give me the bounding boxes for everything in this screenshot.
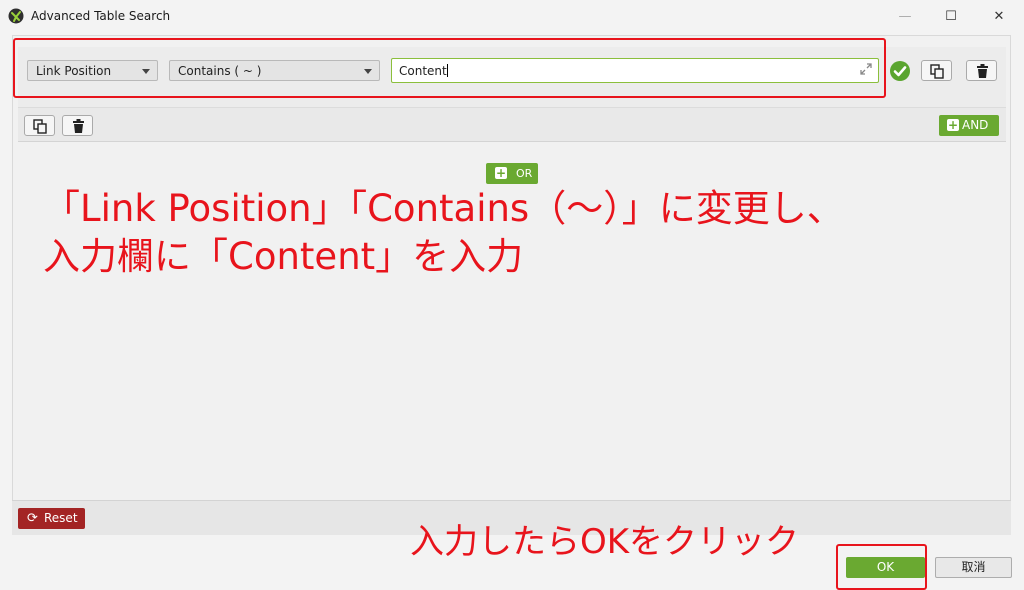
copy-icon (33, 119, 47, 134)
annotation-line-1: 「Link Position」「Contains（～）」に変更し、 (43, 187, 844, 230)
annotation-line-2: 入力欄に「Content」を入力 (43, 235, 524, 278)
maximize-button[interactable]: ☐ (928, 0, 974, 32)
delete-criteria-button[interactable] (966, 60, 997, 81)
reset-button[interactable]: ⟳ Reset (18, 508, 85, 529)
delete-group-button[interactable] (62, 115, 93, 136)
app-icon (8, 8, 24, 24)
group-footer (18, 108, 1006, 142)
refresh-icon: ⟳ (27, 511, 38, 526)
add-and-button[interactable]: + AND (939, 115, 999, 136)
ok-highlight-box (836, 544, 927, 590)
cancel-button[interactable]: 取消 (935, 557, 1012, 578)
window-title: Advanced Table Search (31, 9, 171, 23)
annotation-ok-hint: 入力したらOKをクリック (410, 522, 800, 562)
close-button[interactable]: ✕ (976, 0, 1022, 32)
reset-label: Reset (44, 511, 78, 525)
copy-icon (930, 64, 944, 79)
minimize-button[interactable]: — (882, 0, 928, 32)
criteria-highlight-box (13, 38, 886, 98)
trash-icon (73, 119, 84, 133)
add-and-label: AND (962, 118, 989, 132)
duplicate-criteria-button[interactable] (921, 60, 952, 81)
trash-icon (977, 64, 988, 78)
plus-icon: + (947, 118, 959, 132)
duplicate-group-button[interactable] (24, 115, 55, 136)
check-circle-icon (890, 61, 910, 81)
